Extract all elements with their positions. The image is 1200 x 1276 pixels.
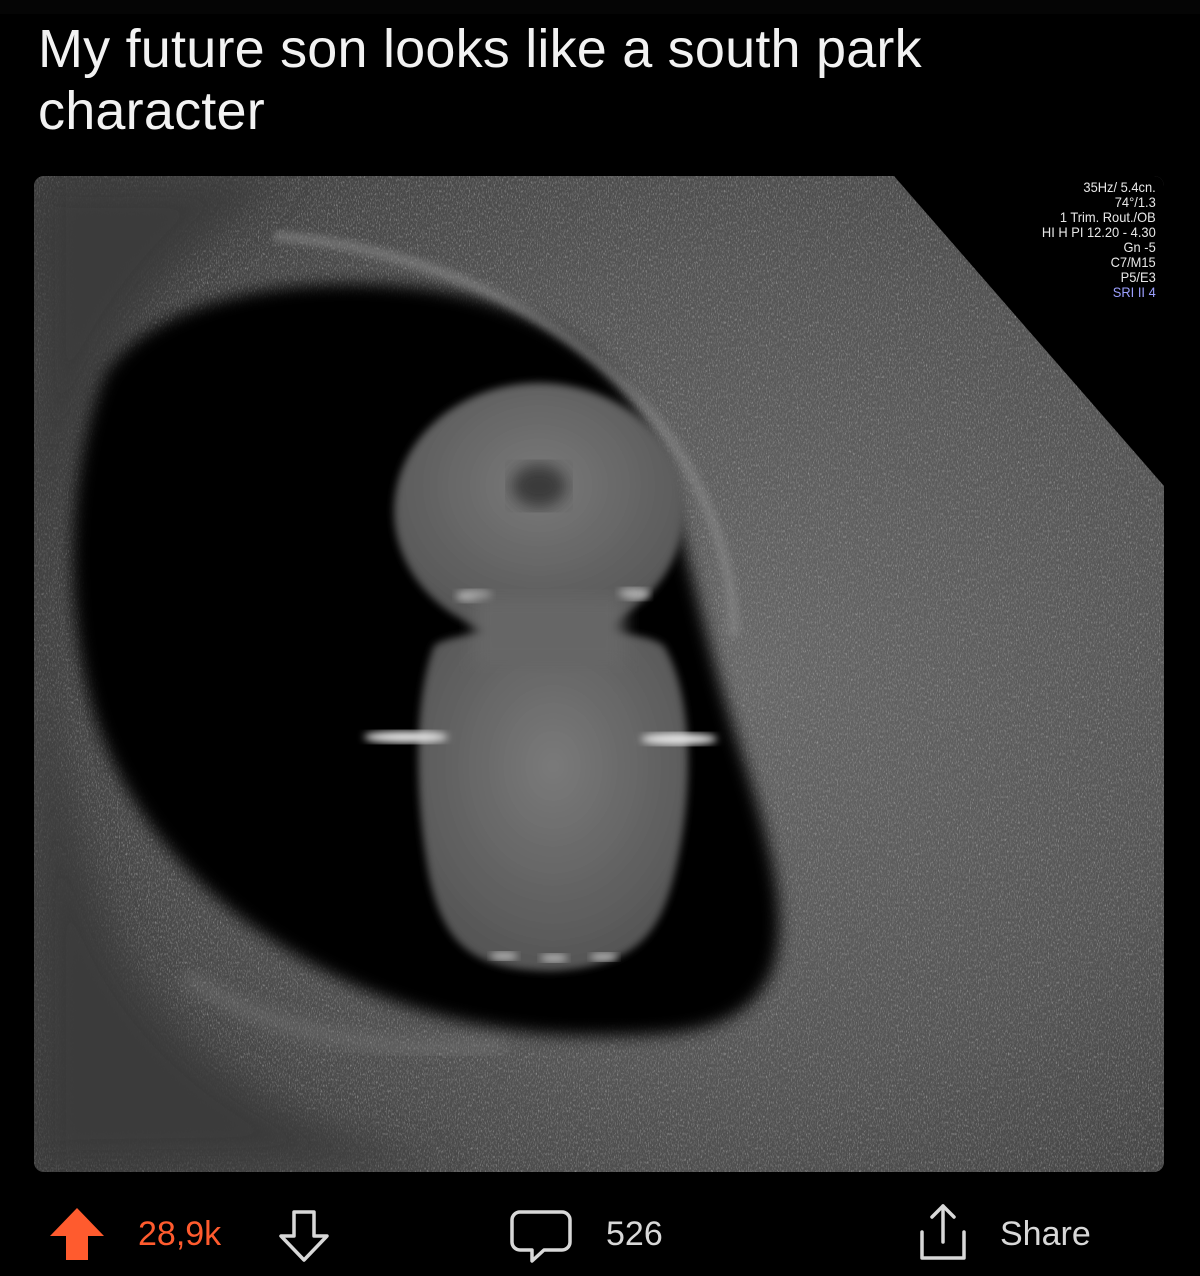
scan-info-line: P5/E3 xyxy=(1120,269,1156,285)
top-strip xyxy=(0,0,1200,14)
ultrasound-scan-info: 35Hz/ 5.4cn. 74°/1.3 1 Trim. Rout./OB HI… xyxy=(1042,180,1156,300)
ultrasound-image[interactable] xyxy=(34,176,1164,1172)
scan-info-line: 35Hz/ 5.4cn. xyxy=(1083,179,1156,195)
arrow-down-outline-icon xyxy=(279,1210,329,1262)
arrow-up-filled-icon xyxy=(50,1208,104,1260)
scan-info-line: 1 Trim. Rout./OB xyxy=(1060,209,1156,225)
post-action-bar: 28,9k 526 Share xyxy=(0,1192,1200,1276)
upvote-button[interactable] xyxy=(48,1206,106,1262)
vote-score: 28,9k xyxy=(138,1215,222,1253)
scan-info-line: Gn -5 xyxy=(1123,239,1156,255)
scan-info-line: HI H PI 12.20 - 4.30 xyxy=(1042,224,1156,240)
comment-count: 526 xyxy=(606,1215,663,1253)
post-title: My future son looks like a south park ch… xyxy=(38,19,922,141)
comments-button[interactable]: 526 xyxy=(510,1206,690,1266)
scan-info-line: 74°/1.3 xyxy=(1115,194,1156,210)
share-label: Share xyxy=(1000,1215,1091,1253)
downvote-button[interactable] xyxy=(276,1208,332,1264)
speech-bubble-icon xyxy=(510,1210,572,1263)
scan-info-line: C7/M15 xyxy=(1110,254,1156,270)
scan-info-line: SRI II 4 xyxy=(1113,284,1156,300)
ultrasound-scan-graphic xyxy=(34,176,1164,1172)
share-button[interactable]: Share xyxy=(910,1202,1110,1266)
share-upload-icon xyxy=(920,1204,966,1260)
